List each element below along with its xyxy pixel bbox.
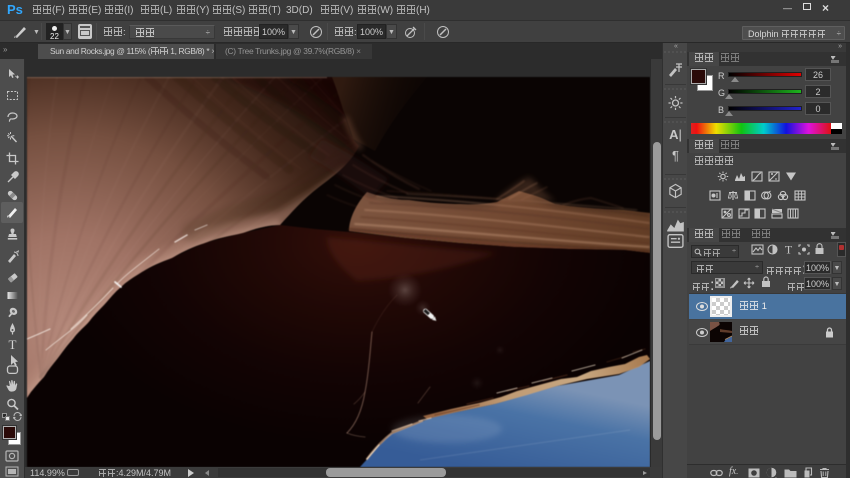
svg-text:.: . (775, 473, 777, 478)
svg-text:T: T (785, 243, 793, 255)
svg-text:T: T (8, 338, 16, 351)
